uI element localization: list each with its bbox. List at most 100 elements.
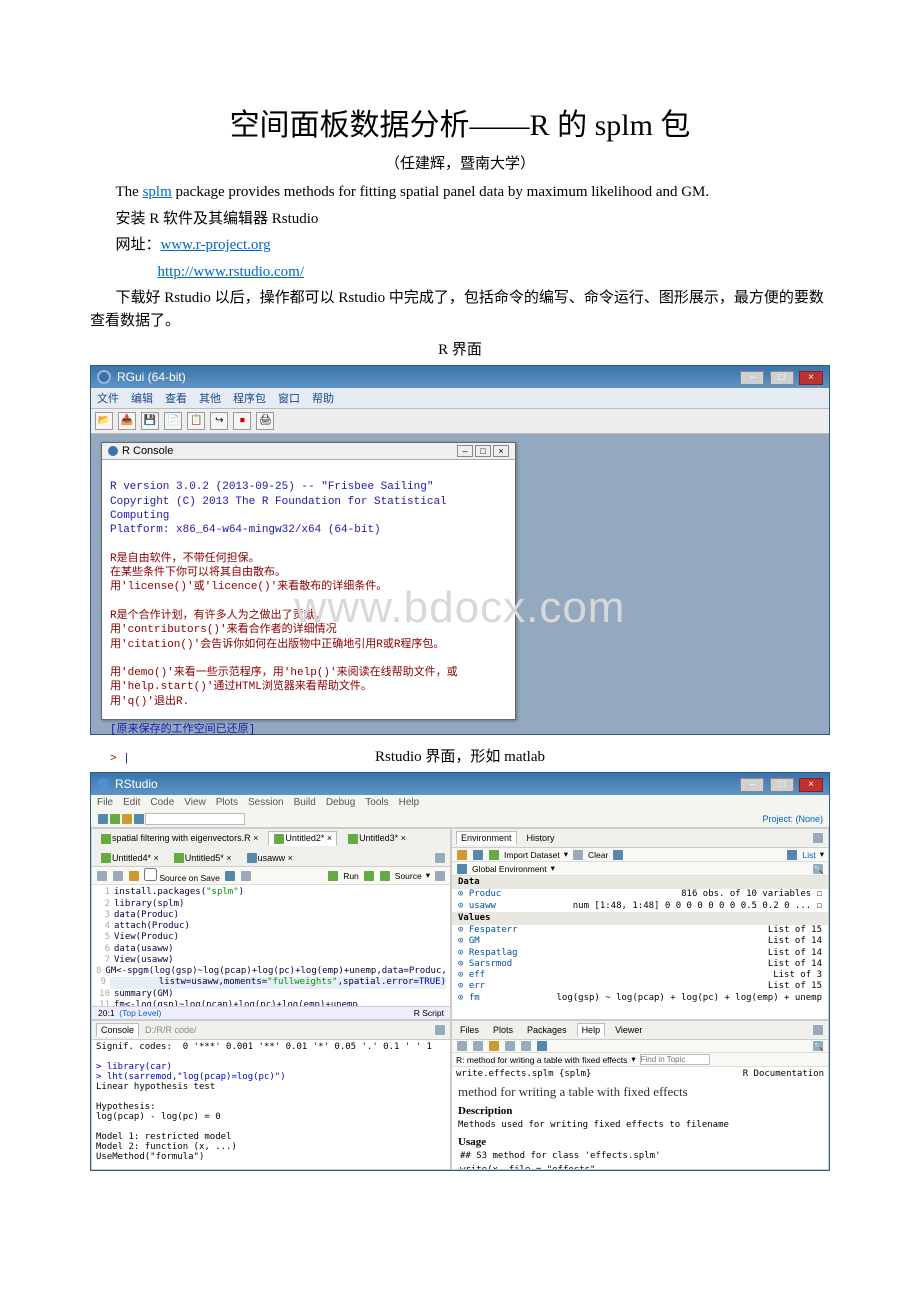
env-list[interactable]: Data ⊙ Produc816 obs. of 10 variables ☐⊙… [452, 876, 828, 1019]
env-entry[interactable]: ⊙ errList of 15 [452, 981, 828, 992]
env-entry[interactable]: ⊙ Produc816 obs. of 10 variables ☐ [452, 889, 828, 900]
code-line[interactable]: 5View(Produc) [96, 932, 446, 943]
menu-item[interactable]: 帮助 [312, 393, 334, 405]
tab-console[interactable]: Console [96, 1023, 139, 1037]
code-line[interactable]: 3data(Produc) [96, 910, 446, 921]
stop-icon[interactable]: ⏹ [233, 412, 251, 430]
show-doc-icon[interactable] [435, 871, 445, 881]
rs-menu-item[interactable]: Debug [326, 797, 355, 808]
goto-function-input[interactable] [145, 813, 245, 825]
env-entry[interactable]: ⊙ fmlog(gsp) ~ log(pcap) + log(pc) + log… [452, 993, 828, 1004]
help-search-icon[interactable]: 🔍 [813, 1041, 823, 1051]
rs-minimize-button[interactable]: – [740, 778, 764, 792]
broom-icon[interactable] [573, 850, 583, 860]
help-tab[interactable]: Plots [489, 1024, 517, 1036]
rs-menu-item[interactable]: Plots [216, 797, 238, 808]
source-tab[interactable]: Untitled4* × [96, 852, 163, 865]
rerun-icon[interactable] [364, 871, 374, 881]
copy-icon[interactable]: 📄 [164, 412, 182, 430]
menu-item[interactable]: 编辑 [131, 393, 153, 405]
menu-item[interactable]: 其他 [199, 393, 221, 405]
help-tab[interactable]: Packages [523, 1024, 571, 1036]
help-breadcrumb[interactable]: R: method for writing a table with fixed… [456, 1055, 627, 1065]
env-entry[interactable]: ⊙ GMList of 14 [452, 936, 828, 947]
env-scope-selector[interactable]: Global Environment [472, 864, 547, 874]
source-tab[interactable]: spatial filtering with eigenvectors.R × [96, 832, 262, 845]
menu-item[interactable]: 查看 [165, 393, 187, 405]
search-icon[interactable]: 🔍 [813, 864, 823, 874]
pane-collapse-icon[interactable] [813, 1025, 823, 1035]
console-clear-icon[interactable] [435, 1025, 445, 1035]
forward-icon[interactable] [113, 871, 123, 881]
save-all-icon[interactable] [134, 814, 144, 824]
minimize-button[interactable]: – [740, 371, 764, 385]
console-minimize-button[interactable]: – [457, 445, 473, 457]
list-view-button[interactable]: List [802, 850, 815, 860]
tab-environment[interactable]: Environment [456, 831, 517, 845]
source-tab[interactable]: Untitled3* × [343, 832, 410, 845]
wand-icon[interactable] [241, 871, 251, 881]
help-print-icon[interactable] [505, 1041, 515, 1051]
rs-close-button[interactable]: × [799, 778, 823, 792]
rs-menu-item[interactable]: Code [150, 797, 174, 808]
help-tab[interactable]: Viewer [611, 1024, 646, 1036]
code-line[interactable]: 6data(usaww) [96, 944, 446, 955]
code-line[interactable]: 10summary(GM) [96, 989, 446, 1000]
help-back-icon[interactable] [457, 1041, 467, 1051]
source-tab[interactable]: Untitled5* × [169, 852, 236, 865]
rgui-titlebar[interactable]: RGui (64-bit) – □ × [91, 366, 829, 388]
rstudio-titlebar[interactable]: RStudio – □ × [91, 773, 829, 795]
scope-label[interactable]: (Top Level) [119, 1008, 161, 1018]
rs-menu-item[interactable]: Session [248, 797, 284, 808]
env-save-icon[interactable] [473, 850, 483, 860]
env-entry[interactable]: ⊙ effList of 3 [452, 970, 828, 981]
env-entry[interactable]: ⊙ RespatlagList of 14 [452, 948, 828, 959]
env-entry[interactable]: ⊙ SarsrmodList of 14 [452, 959, 828, 970]
save-icon[interactable] [129, 871, 139, 881]
code-line[interactable]: 9 listw=usaww,moments="fullweights",spat… [96, 977, 446, 988]
rs-menu-item[interactable]: Tools [365, 797, 388, 808]
env-entry[interactable]: ⊙ usawwnum [1:48, 1:48] 0 0 0 0 0 0 0 0.… [452, 901, 828, 912]
file-type-label[interactable]: R Script [414, 1008, 444, 1018]
open-file-icon[interactable] [122, 814, 132, 824]
help-home-icon[interactable] [489, 1041, 499, 1051]
pane-collapse-icon[interactable] [435, 853, 445, 863]
code-line[interactable]: 8GM<-spgm(log(gsp)~log(pcap)+log(pc)+log… [96, 966, 446, 977]
env-load-icon[interactable] [457, 850, 467, 860]
splm-link[interactable]: splm [143, 184, 172, 200]
source-button[interactable]: Source [395, 871, 422, 881]
help-tab[interactable]: Help [577, 1023, 606, 1037]
collapse-icon[interactable] [813, 833, 823, 843]
rs-menu-item[interactable]: Build [294, 797, 316, 808]
help-content[interactable]: write.effects.splm {splm} R Documentatio… [452, 1067, 828, 1169]
help-popout-icon[interactable] [521, 1041, 531, 1051]
r-console-titlebar[interactable]: R Console – □ × [102, 443, 515, 460]
help-refresh-icon[interactable] [537, 1041, 547, 1051]
clear-button[interactable]: Clear [588, 850, 608, 860]
code-line[interactable]: 7View(usaww) [96, 955, 446, 966]
source-editor[interactable]: 1install.packages("splm")2library(splm)3… [92, 885, 450, 1006]
rs-menu-item[interactable]: View [184, 797, 206, 808]
paste-icon[interactable]: 📋 [187, 412, 205, 430]
rs-menu-item[interactable]: Edit [123, 797, 140, 808]
maximize-button[interactable]: □ [770, 371, 794, 385]
source-on-save-checkbox[interactable]: Source on Save [144, 868, 220, 883]
help-forward-icon[interactable] [473, 1041, 483, 1051]
refresh-icon[interactable] [613, 850, 623, 860]
run-button[interactable]: Run [343, 871, 359, 881]
r-project-link[interactable]: www.r-project.org [161, 237, 271, 253]
menu-item[interactable]: 程序包 [233, 393, 266, 405]
back-icon[interactable] [97, 871, 107, 881]
rstudio-link[interactable]: http://www.rstudio.com/ [158, 264, 305, 280]
find-in-topic-input[interactable] [640, 1054, 710, 1065]
run-icon[interactable] [328, 871, 338, 881]
save-icon[interactable]: 💾 [141, 412, 159, 430]
search-env-icon[interactable] [787, 850, 797, 860]
find-icon[interactable] [225, 871, 235, 881]
code-line[interactable]: 2library(splm) [96, 899, 446, 910]
menu-item[interactable]: 文件 [97, 393, 119, 405]
source-icon[interactable] [380, 871, 390, 881]
new-file-icon[interactable] [98, 814, 108, 824]
console-close-button[interactable]: × [493, 445, 509, 457]
menu-item[interactable]: 窗口 [278, 393, 300, 405]
